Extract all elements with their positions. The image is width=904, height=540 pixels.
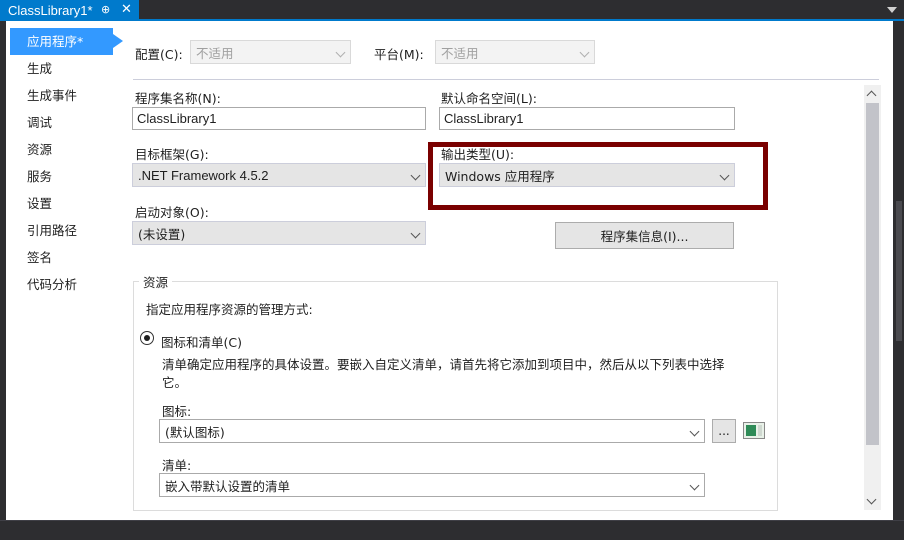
startup-object-dropdown[interactable]: (未设置) [132,221,426,245]
nav-item-build[interactable]: 生成 [10,55,113,82]
window-edge [893,21,904,520]
icon-manifest-radio-label: 图标和清单(C) [161,335,242,350]
assembly-info-button[interactable]: 程序集信息(I)... [555,222,734,249]
close-icon[interactable]: ✕ [121,2,132,17]
platform-dropdown[interactable]: 不适用 [435,40,595,64]
config-label: 配置(C): [135,47,183,62]
default-namespace-label: 默认命名空间(L): [441,91,537,106]
document-tab-title: ClassLibrary1* [8,3,93,18]
startup-object-label: 启动对象(O): [135,205,209,220]
manifest-description-line1: 清单确定应用程序的具体设置。要嵌入自定义清单，请首先将它添加到项目中，然后从以下… [162,357,725,372]
nav-item-label: 应用程序* [27,34,84,49]
resources-group-title: 资源 [139,272,173,291]
vertical-scrollbar[interactable] [864,85,881,510]
document-tab[interactable]: ClassLibrary1* ⊕ ✕ [0,0,139,21]
nav-item-settings[interactable]: 设置 [10,190,113,217]
nav-item-label: 设置 [27,196,53,211]
startup-object-value: (未设置) [138,226,186,242]
default-namespace-input[interactable]: ClassLibrary1 [439,107,735,130]
nav-item-debug[interactable]: 调试 [10,109,113,136]
icon-dropdown[interactable]: (默认图标) [159,419,705,443]
chevron-down-icon [689,426,700,437]
nav-item-application[interactable]: 应用程序* [10,28,123,55]
nav-item-label: 代码分析 [27,277,78,292]
scrollbar-thumb[interactable] [866,103,879,445]
manifest-label: 清单: [162,458,192,473]
icon-label: 图标: [162,404,192,419]
nav-item-label: 签名 [27,250,53,265]
icon-value: (默认图标) [165,424,225,440]
divider [133,79,879,80]
nav-item-services[interactable]: 服务 [10,163,113,190]
chevron-down-icon [335,47,346,58]
scroll-up-icon[interactable] [866,90,877,101]
chevron-down-icon [410,228,421,239]
nav-item-label: 引用路径 [27,223,78,238]
resources-instruction: 指定应用程序资源的管理方式: [146,302,313,317]
config-dropdown[interactable]: 不适用 [190,40,351,64]
nav-item-label: 生成事件 [27,88,78,103]
manifest-value: 嵌入带默认设置的清单 [165,478,291,494]
nav-item-signing[interactable]: 签名 [10,244,113,271]
assembly-name-input[interactable]: ClassLibrary1 [132,107,426,130]
nav-item-code-analysis[interactable]: 代码分析 [10,271,113,298]
icon-manifest-radio[interactable] [140,331,154,345]
target-framework-value: .NET Framework 4.5.2 [138,167,269,183]
assembly-name-label: 程序集名称(N): [135,91,221,106]
pin-icon[interactable]: ⊕ [101,3,110,16]
chevron-down-icon [689,480,700,491]
nav-item-label: 生成 [27,61,53,76]
icon-preview-icon [743,422,765,439]
platform-value: 不适用 [441,45,479,61]
manifest-dropdown[interactable]: 嵌入带默认设置的清单 [159,473,705,497]
nav-item-label: 资源 [27,142,53,157]
nav-item-label: 服务 [27,169,53,184]
window-edge-marks [896,201,902,341]
platform-label: 平台(M): [374,47,424,62]
output-type-highlight-box [428,142,768,210]
target-framework-dropdown[interactable]: .NET Framework 4.5.2 [132,163,426,187]
bottom-bar [0,520,904,540]
nav-item-reference-paths[interactable]: 引用路径 [10,217,113,244]
scroll-down-icon[interactable] [866,494,877,505]
document-tab-bar: ClassLibrary1* ⊕ ✕ [0,0,904,21]
tab-list-dropdown-icon[interactable] [887,7,897,13]
chevron-down-icon [579,47,590,58]
config-value: 不适用 [196,45,234,61]
browse-icon-button[interactable]: ... [712,419,736,443]
chevron-down-icon [410,170,421,181]
properties-nav: 应用程序* 生成 生成事件 调试 资源 服务 设置 引用路径 签名 代码分析 [10,28,123,298]
manifest-description-line2: 它。 [162,375,188,390]
nav-item-resources[interactable]: 资源 [10,136,113,163]
target-framework-label: 目标框架(G): [135,147,209,162]
nav-item-build-events[interactable]: 生成事件 [10,82,113,109]
nav-item-label: 调试 [27,115,53,130]
